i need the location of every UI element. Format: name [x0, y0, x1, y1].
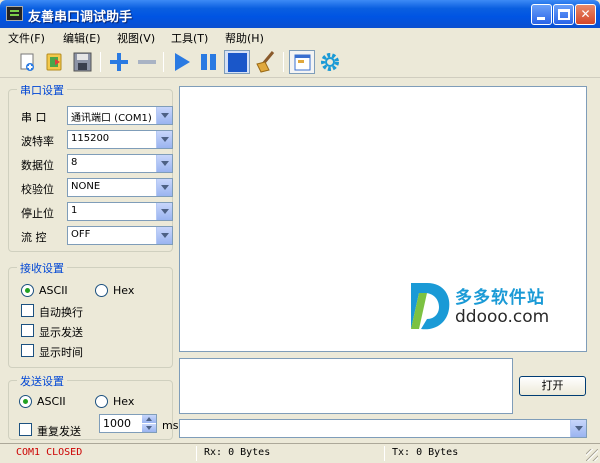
minimize-icon: [537, 17, 545, 20]
parity-select[interactable]: NONE: [67, 178, 173, 197]
port-select[interactable]: 通讯端口 (COM1): [67, 106, 173, 125]
flowcontrol-value: OFF: [71, 229, 91, 240]
chevron-down-icon[interactable]: [156, 227, 172, 244]
chevron-down-icon[interactable]: [156, 203, 172, 220]
chevron-down-icon[interactable]: [156, 131, 172, 148]
baudrate-label: 波特率: [21, 135, 54, 148]
new-icon[interactable]: [15, 50, 41, 74]
window-title: 友善串口调试助手: [28, 10, 133, 25]
stopbits-label: 停止位: [21, 207, 54, 220]
port-value: 通讯端口 (COM1): [71, 113, 152, 124]
flowcontrol-select[interactable]: OFF: [67, 226, 173, 245]
spinner-buttons: [142, 415, 156, 432]
show-send-label: 显示发送: [39, 326, 83, 339]
repeat-interval-value: 1000: [103, 417, 131, 430]
close-icon: ✕: [580, 7, 591, 21]
chevron-down-icon[interactable]: [156, 179, 172, 196]
menu-bar: 文件(F) 编辑(E) 视图(V) 工具(T) 帮助(H): [0, 28, 600, 46]
maximize-icon: [558, 9, 570, 20]
baudrate-value: 115200: [71, 133, 110, 144]
title-bar[interactable]: 友善串口调试助手 ✕: [0, 0, 600, 28]
menu-view[interactable]: 视图(V): [117, 30, 155, 46]
receive-settings-title: 接收设置: [17, 260, 67, 276]
settings-icon[interactable]: [317, 50, 343, 74]
menu-tools[interactable]: 工具(T): [171, 30, 208, 46]
parity-value: NONE: [71, 181, 101, 192]
menu-edit[interactable]: 编辑(E): [63, 30, 101, 46]
chevron-down-icon[interactable]: [156, 107, 172, 124]
show-time-label: 显示时间: [39, 346, 83, 359]
minimize-button[interactable]: [531, 4, 552, 25]
save-icon[interactable]: [70, 50, 96, 74]
show-send-checkbox[interactable]: [21, 324, 34, 337]
databits-label: 数据位: [21, 159, 54, 172]
send-hex-radio[interactable]: [95, 395, 108, 408]
stopbits-select[interactable]: 1: [67, 202, 173, 221]
repeat-send-label: 重复发送: [37, 425, 81, 438]
send-hex-label: Hex: [113, 395, 135, 408]
port-label: 串 口: [21, 111, 47, 124]
serial-settings-group: 串口设置 串 口 通讯端口 (COM1) 波特率 115200 数据位 8 校验…: [8, 82, 173, 252]
receive-hex-radio[interactable]: [95, 284, 108, 297]
receive-ascii-radio[interactable]: [21, 284, 34, 297]
auto-wrap-label: 自动换行: [39, 306, 83, 319]
repeat-interval-spinner[interactable]: 1000: [99, 414, 157, 433]
send-textarea[interactable]: [179, 358, 513, 414]
stopbits-value: 1: [71, 205, 78, 216]
send-ascii-label: ASCII: [37, 395, 66, 408]
send-settings-title: 发送设置: [17, 373, 67, 389]
rx-counter: Rx: 0 Bytes: [204, 447, 271, 458]
resize-grip[interactable]: [586, 449, 598, 461]
maximize-button[interactable]: [553, 4, 574, 25]
tx-counter: Tx: 0 Bytes: [392, 447, 459, 458]
receive-hex-label: Hex: [113, 284, 135, 297]
stop-icon[interactable]: [224, 50, 250, 74]
port-status: COM1 CLOSED: [16, 447, 83, 458]
watermark-url: ddooo.com: [455, 307, 550, 327]
databits-select[interactable]: 8: [67, 154, 173, 173]
chevron-down-icon[interactable]: [570, 420, 586, 437]
window-icon[interactable]: [289, 50, 315, 74]
show-time-checkbox[interactable]: [21, 344, 34, 357]
interval-unit-label: ms: [162, 419, 179, 432]
pause-icon[interactable]: [196, 50, 222, 74]
send-history-select[interactable]: [179, 419, 587, 438]
spin-up-icon[interactable]: [142, 415, 156, 423]
spin-down-icon[interactable]: [142, 424, 156, 432]
open-port-button[interactable]: 打开: [519, 376, 586, 396]
receive-ascii-label: ASCII: [39, 284, 68, 297]
add-icon[interactable]: [106, 50, 132, 74]
menu-help[interactable]: 帮助(H): [225, 30, 264, 46]
databits-value: 8: [71, 157, 78, 168]
send-ascii-radio[interactable]: [19, 395, 32, 408]
open-icon[interactable]: [42, 50, 68, 74]
baudrate-select[interactable]: 115200: [67, 130, 173, 149]
receive-settings-group: 接收设置 ASCII Hex 自动换行 显示发送 显示时间: [8, 260, 173, 368]
flowcontrol-label: 流 控: [21, 231, 47, 244]
watermark-name: 多多软件站: [455, 288, 545, 308]
menu-file[interactable]: 文件(F): [8, 30, 45, 46]
watermark-d-icon: [411, 283, 450, 330]
auto-wrap-checkbox[interactable]: [21, 304, 34, 317]
chevron-down-icon[interactable]: [156, 155, 172, 172]
toolbar: [0, 46, 600, 78]
status-bar: COM1 CLOSED Rx: 0 Bytes Tx: 0 Bytes: [0, 443, 600, 463]
serial-settings-title: 串口设置: [17, 82, 67, 98]
close-button[interactable]: ✕: [575, 4, 596, 25]
send-settings-group: 发送设置 ASCII Hex 重复发送 1000 ms: [8, 373, 178, 440]
receive-textarea[interactable]: 多多软件站 ddooo.com: [179, 86, 587, 352]
remove-icon[interactable]: [134, 50, 160, 74]
app-icon: [6, 6, 23, 21]
clear-icon[interactable]: [253, 50, 279, 74]
play-icon[interactable]: [169, 50, 195, 74]
repeat-send-checkbox[interactable]: [19, 423, 32, 436]
parity-label: 校验位: [21, 183, 54, 196]
watermark-logo: 多多软件站 ddooo.com: [405, 279, 580, 339]
